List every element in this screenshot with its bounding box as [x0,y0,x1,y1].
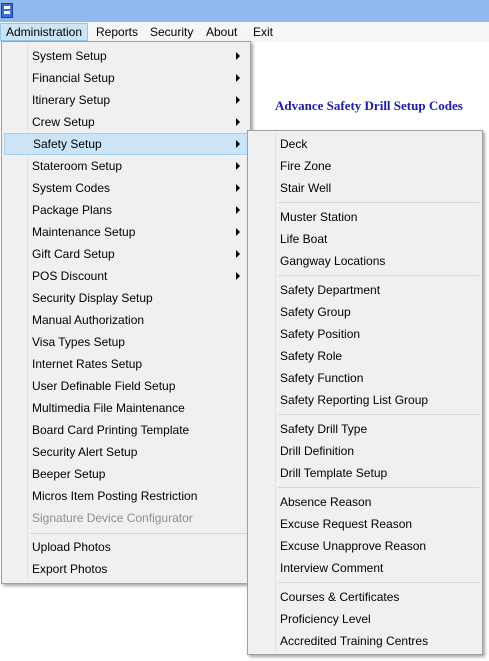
menu-item-proficiency-level[interactable]: Proficiency Level [250,608,480,630]
submenu-arrow-icon [236,162,240,170]
menu-item-excuse-unapprove-reason[interactable]: Excuse Unapprove Reason [250,535,480,557]
menu-item-financial-setup[interactable]: Financial Setup [4,67,248,89]
app-icon[interactable] [1,3,13,18]
menu-administration[interactable]: Administration [0,23,89,41]
menu-item-label: Itinerary Setup [32,93,111,107]
menu-item-safety-department[interactable]: Safety Department [250,279,480,301]
menu-item-maintenance-setup[interactable]: Maintenance Setup [4,221,248,243]
menu-item-accredited-training-centres[interactable]: Accredited Training Centres [250,630,480,652]
menu-item-stair-well[interactable]: Stair Well [250,177,480,199]
menu-item-multimedia-file-maintenance[interactable]: Multimedia File Maintenance [4,397,248,419]
menu-item-manual-authorization[interactable]: Manual Authorization [4,309,248,331]
menu-item-visa-types-setup[interactable]: Visa Types Setup [4,331,248,353]
menu-exit[interactable]: Exit [248,23,278,41]
menu-item-system-setup[interactable]: System Setup [4,45,248,67]
menu-item-label: Stateroom Setup [32,159,123,173]
menu-item-drill-definition[interactable]: Drill Definition [250,440,480,462]
submenu-arrow-icon [236,228,240,236]
menu-item-safety-setup[interactable]: Safety Setup [4,133,248,155]
menu-item-micros-item-posting-restriction[interactable]: Micros Item Posting Restriction [4,485,248,507]
menu-security[interactable]: Security [145,23,198,41]
menu-item-deck[interactable]: Deck [250,133,480,155]
menu-separator [278,582,479,583]
submenu-arrow-icon [236,206,240,214]
menu-item-excuse-request-reason[interactable]: Excuse Request Reason [250,513,480,535]
submenu-arrow-icon [236,74,240,82]
menu-separator [278,487,479,488]
menu-item-label: Package Plans [32,203,113,217]
menu-item-label: Financial Setup [32,71,115,85]
menu-item-security-alert-setup[interactable]: Security Alert Setup [4,441,248,463]
menu-item-courses-certificates[interactable]: Courses & Certificates [250,586,480,608]
menu-separator [278,414,479,415]
menu-item-muster-station[interactable]: Muster Station [250,206,480,228]
menu-item-label: System Setup [32,49,107,63]
menu-item-label: Safety Setup [33,137,102,151]
menu-item-beeper-setup[interactable]: Beeper Setup [4,463,248,485]
safety-setup-submenu: Deck Fire Zone Stair Well Muster Station… [247,130,483,655]
submenu-arrow-icon [236,52,240,60]
menu-item-package-plans[interactable]: Package Plans [4,199,248,221]
menu-separator [278,275,479,276]
menu-item-internet-rates-setup[interactable]: Internet Rates Setup [4,353,248,375]
menu-reports[interactable]: Reports [91,23,143,41]
menu-item-life-boat[interactable]: Life Boat [250,228,480,250]
menu-about[interactable]: About [201,23,242,41]
menu-item-safety-reporting-list-group[interactable]: Safety Reporting List Group [250,389,480,411]
administration-dropdown: System Setup Financial Setup Itinerary S… [1,41,251,584]
menu-separator [278,202,479,203]
menu-separator [30,533,247,534]
submenu-arrow-icon [236,140,240,148]
menu-item-security-display-setup[interactable]: Security Display Setup [4,287,248,309]
menu-item-label: Crew Setup [32,115,95,129]
menu-item-signature-device-configurator: Signature Device Configurator [32,511,193,525]
menu-item-itinerary-setup[interactable]: Itinerary Setup [4,89,248,111]
menu-item-safety-drill-type[interactable]: Safety Drill Type [250,418,480,440]
menu-item-board-card-printing-template[interactable]: Board Card Printing Template [4,419,248,441]
menu-item-export-photos[interactable]: Export Photos [4,558,248,580]
menu-item-interview-comment[interactable]: Interview Comment [250,557,480,579]
menu-item-label: POS Discount [32,269,108,283]
menu-item-fire-zone[interactable]: Fire Zone [250,155,480,177]
menu-item-label: Gift Card Setup [32,247,115,261]
menu-item-safety-group[interactable]: Safety Group [250,301,480,323]
menu-item-user-definable-field-setup[interactable]: User Definable Field Setup [4,375,248,397]
menu-bar: Administration Reports Security About Ex… [0,22,489,42]
submenu-arrow-icon [236,118,240,126]
menu-item-safety-position[interactable]: Safety Position [250,323,480,345]
menu-item-safety-role[interactable]: Safety Role [250,345,480,367]
submenu-arrow-icon [236,250,240,258]
submenu-arrow-icon [236,184,240,192]
submenu-arrow-icon [236,96,240,104]
menu-item-label: System Codes [32,181,111,195]
submenu-arrow-icon [236,272,240,280]
menu-item-absence-reason[interactable]: Absence Reason [250,491,480,513]
menu-item-label: Maintenance Setup [32,225,136,239]
page-heading: Advance Safety Drill Setup Codes [275,98,463,113]
menu-item-upload-photos[interactable]: Upload Photos [4,536,248,558]
menu-item-stateroom-setup[interactable]: Stateroom Setup [4,155,248,177]
menu-item-system-codes[interactable]: System Codes [4,177,248,199]
menu-item-pos-discount[interactable]: POS Discount [4,265,248,287]
menu-item-drill-template-setup[interactable]: Drill Template Setup [250,462,480,484]
menu-item-safety-function[interactable]: Safety Function [250,367,480,389]
menu-item-gangway-locations[interactable]: Gangway Locations [250,250,480,272]
menu-item-gift-card-setup[interactable]: Gift Card Setup [4,243,248,265]
menu-item-crew-setup[interactable]: Crew Setup [4,111,248,133]
title-bar [0,0,489,22]
